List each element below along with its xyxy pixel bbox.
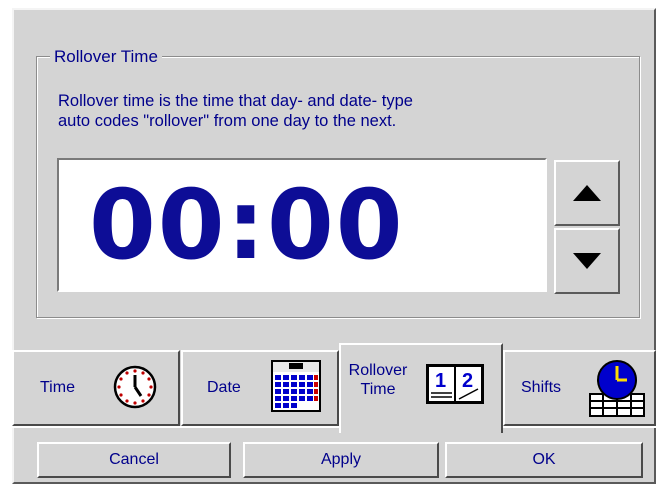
triangle-down-icon xyxy=(573,253,601,269)
tab-date-label: Date xyxy=(207,379,241,396)
decrease-time-button[interactable] xyxy=(554,228,620,294)
tab-date[interactable]: Date xyxy=(181,350,339,426)
tab-time[interactable]: Time xyxy=(12,350,180,426)
tab-strip-highlight xyxy=(12,426,656,428)
triangle-up-icon xyxy=(573,185,601,201)
calendar-icon xyxy=(271,360,321,412)
rollover-time-value: 00:00 xyxy=(89,169,405,281)
rollover-days-icon: 1 2 xyxy=(426,364,484,404)
svg-text:1: 1 xyxy=(435,370,446,392)
apply-button[interactable]: Apply xyxy=(243,442,439,478)
group-title: Rollover Time xyxy=(50,46,162,68)
cancel-button[interactable]: Cancel xyxy=(37,442,231,478)
tab-rollover-time[interactable]: Rollover Time 1 2 xyxy=(339,343,503,433)
tab-shifts[interactable]: Shifts xyxy=(503,350,656,426)
tab-time-label: Time xyxy=(40,379,75,396)
tab-shifts-label: Shifts xyxy=(521,379,562,396)
shift-clock-icon xyxy=(589,360,645,417)
ok-button[interactable]: OK xyxy=(445,442,643,478)
increase-time-button[interactable] xyxy=(554,160,620,226)
svg-text:2: 2 xyxy=(462,370,473,392)
clock-icon xyxy=(113,365,157,409)
tab-rollover-time-label: Rollover Time xyxy=(348,362,408,398)
rollover-time-display[interactable]: 00:00 xyxy=(57,158,547,292)
rollover-description: Rollover time is the time that day- and … xyxy=(58,92,413,130)
